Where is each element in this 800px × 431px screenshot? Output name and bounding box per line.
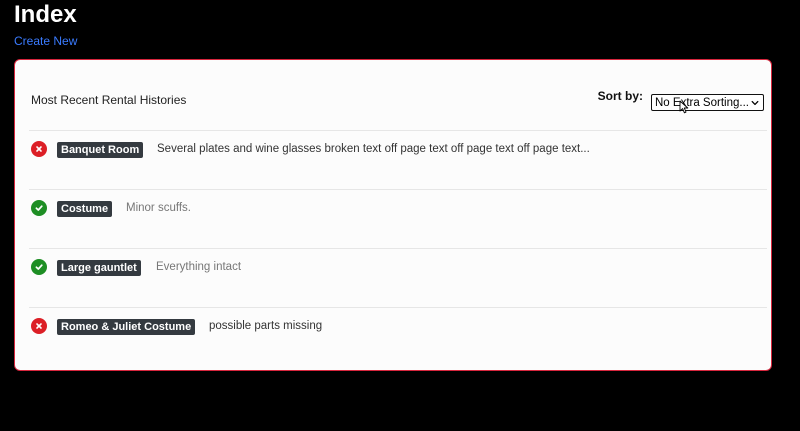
rental-note: Everything intact (156, 261, 242, 273)
x-icon (36, 146, 42, 152)
status-passed-icon (31, 200, 47, 216)
status-failed-icon (31, 318, 47, 334)
item-badge: Large gauntlet (57, 260, 141, 276)
sort-label: Sort by: (597, 88, 643, 103)
rental-row[interactable]: Romeo & Juliet Costume possible parts mi… (29, 307, 767, 366)
rental-note: Minor scuffs. (126, 202, 191, 214)
item-badge: Romeo & Juliet Costume (57, 319, 196, 335)
rental-row[interactable]: Large gauntlet Everything intact (29, 248, 767, 307)
chevron-down-icon (751, 100, 759, 105)
rental-history-card: Most Recent Rental Histories Sort by: No… (14, 59, 772, 371)
sort-select[interactable]: No Extra Sorting... (651, 94, 764, 111)
card-header: Most Recent Rental Histories Sort by: No… (15, 60, 771, 130)
rental-note: possible parts missing (209, 320, 323, 332)
item-badge: Banquet Room (57, 142, 144, 158)
check-icon (35, 264, 43, 270)
mouse-cursor-icon (679, 100, 689, 114)
create-new-link[interactable]: Create New (14, 34, 77, 48)
status-passed-icon (31, 259, 47, 275)
rental-row[interactable]: Costume Minor scuffs. (29, 189, 767, 248)
item-badge: Costume (57, 201, 113, 217)
check-icon (35, 205, 43, 211)
rental-row[interactable]: Banquet Room Several plates and wine gla… (29, 130, 767, 189)
rental-note: Several plates and wine glasses broken t… (157, 143, 590, 155)
page-title: Index (14, 1, 77, 28)
card-title: Most Recent Rental Histories (31, 93, 187, 107)
x-icon (36, 323, 42, 329)
status-failed-icon (31, 141, 47, 157)
sort-select-value: No Extra Sorting... (655, 96, 749, 109)
